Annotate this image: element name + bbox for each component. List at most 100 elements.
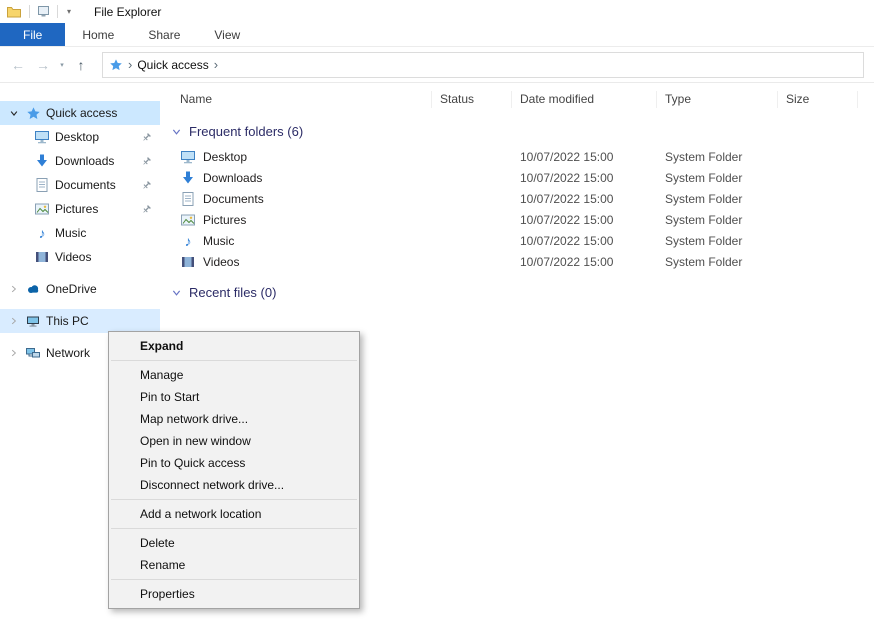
menu-separator: [111, 528, 357, 529]
pin-icon: [141, 132, 152, 143]
column-header-size[interactable]: Size: [778, 91, 858, 108]
pin-icon: [141, 204, 152, 215]
tab-home[interactable]: Home: [65, 23, 131, 46]
file-name: Desktop: [203, 150, 247, 164]
app-folder-icon[interactable]: [6, 4, 22, 20]
breadcrumb-chevron-icon[interactable]: ›: [214, 58, 218, 71]
chevron-down-icon: [171, 126, 182, 137]
frequent-folders-rows: Desktop 10/07/2022 15:00 System Folder D…: [168, 146, 874, 272]
sidebar-item-videos[interactable]: Videos: [0, 245, 160, 269]
type-cell: System Folder: [657, 171, 778, 185]
menu-item-pin-to-quick-access[interactable]: Pin to Quick access: [109, 452, 359, 474]
sidebar-item-documents[interactable]: Documents: [0, 173, 160, 197]
date-modified-cell: 10/07/2022 15:00: [512, 150, 657, 164]
chevron-right-icon[interactable]: [7, 316, 20, 326]
column-header-date-modified[interactable]: Date modified: [512, 91, 657, 108]
sidebar-item-downloads[interactable]: Downloads: [0, 149, 160, 173]
sidebar-item-music[interactable]: ♪ Music: [0, 221, 160, 245]
quick-access-icon: [25, 105, 41, 121]
menu-item-disconnect-network-drive[interactable]: Disconnect network drive...: [109, 474, 359, 496]
chevron-down-icon[interactable]: [7, 108, 20, 118]
music-icon: ♪: [180, 233, 196, 249]
type-cell: System Folder: [657, 255, 778, 269]
videos-icon: [34, 249, 50, 265]
pictures-icon: [180, 212, 196, 228]
sidebar-item-label: Desktop: [55, 130, 99, 144]
music-icon: ♪: [34, 225, 50, 241]
type-cell: System Folder: [657, 192, 778, 206]
window-title: File Explorer: [94, 5, 161, 19]
menu-item-expand[interactable]: Expand: [109, 335, 359, 357]
chevron-right-icon[interactable]: [7, 348, 20, 358]
menu-item-open-in-new-window[interactable]: Open in new window: [109, 430, 359, 452]
menu-item-add-network-location[interactable]: Add a network location: [109, 503, 359, 525]
menu-item-properties[interactable]: Properties: [109, 583, 359, 605]
toolbar-customize-chevron-icon[interactable]: ▾: [65, 7, 73, 16]
date-modified-cell: 10/07/2022 15:00: [512, 213, 657, 227]
tab-view[interactable]: View: [197, 23, 257, 46]
pin-icon: [141, 180, 152, 191]
address-breadcrumb-box[interactable]: › Quick access ›: [102, 52, 864, 78]
tab-share[interactable]: Share: [131, 23, 197, 46]
ribbon-tabs: File Home Share View: [0, 23, 874, 47]
menu-separator: [111, 499, 357, 500]
this-pc-icon: [25, 313, 41, 329]
menu-separator: [111, 360, 357, 361]
downloads-icon: [180, 170, 196, 186]
sidebar-item-label: Videos: [55, 250, 91, 264]
forward-arrow-icon[interactable]: →: [31, 53, 55, 77]
sidebar-item-this-pc[interactable]: This PC: [0, 309, 160, 333]
this-pc-context-menu: Expand Manage Pin to Start Map network d…: [108, 331, 360, 609]
quick-toolbar-properties-icon[interactable]: [37, 5, 50, 18]
column-header-status[interactable]: Status: [432, 91, 512, 108]
back-arrow-icon[interactable]: ←: [6, 53, 30, 77]
file-explorer-window: ▾ File Explorer File Home Share View ← →…: [0, 0, 874, 641]
chevron-right-icon[interactable]: [7, 284, 20, 294]
pin-icon: [141, 156, 152, 167]
file-row-pictures[interactable]: Pictures 10/07/2022 15:00 System Folder: [168, 209, 874, 230]
file-row-downloads[interactable]: Downloads 10/07/2022 15:00 System Folder: [168, 167, 874, 188]
titlebar-separator: [29, 5, 30, 18]
file-row-documents[interactable]: Documents 10/07/2022 15:00 System Folder: [168, 188, 874, 209]
downloads-icon: [34, 153, 50, 169]
sidebar-item-pictures[interactable]: Pictures: [0, 197, 160, 221]
onedrive-cloud-icon: [25, 281, 41, 297]
file-row-videos[interactable]: Videos 10/07/2022 15:00 System Folder: [168, 251, 874, 272]
sidebar-item-quick-access[interactable]: Quick access: [0, 101, 160, 125]
network-icon: [25, 345, 41, 361]
file-name: Videos: [203, 255, 239, 269]
sidebar-item-desktop[interactable]: Desktop: [0, 125, 160, 149]
videos-icon: [180, 254, 196, 270]
pictures-icon: [34, 201, 50, 217]
menu-item-pin-to-start[interactable]: Pin to Start: [109, 386, 359, 408]
menu-item-delete[interactable]: Delete: [109, 532, 359, 554]
type-cell: System Folder: [657, 213, 778, 227]
desktop-icon: [180, 149, 196, 165]
group-header-recent-files[interactable]: Recent files (0): [168, 280, 874, 304]
menu-item-manage[interactable]: Manage: [109, 364, 359, 386]
breadcrumb-location[interactable]: Quick access: [137, 58, 208, 72]
menu-item-map-network-drive[interactable]: Map network drive...: [109, 408, 359, 430]
sidebar-item-label: Pictures: [55, 202, 98, 216]
sidebar-item-label: Downloads: [55, 154, 114, 168]
file-row-music[interactable]: ♪ Music 10/07/2022 15:00 System Folder: [168, 230, 874, 251]
menu-item-rename[interactable]: Rename: [109, 554, 359, 576]
group-header-label: Frequent folders (6): [189, 124, 303, 139]
sidebar-item-label: Music: [55, 226, 86, 240]
menu-separator: [111, 579, 357, 580]
quick-access-icon: [109, 58, 123, 72]
group-header-frequent-folders[interactable]: Frequent folders (6): [168, 119, 874, 143]
up-arrow-icon[interactable]: ↑: [69, 53, 93, 77]
file-row-desktop[interactable]: Desktop 10/07/2022 15:00 System Folder: [168, 146, 874, 167]
history-chevron-icon[interactable]: ▾: [56, 61, 68, 69]
address-bar: ← → ▾ ↑ › Quick access ›: [0, 47, 874, 83]
sidebar-item-onedrive[interactable]: OneDrive: [0, 277, 160, 301]
column-header-name[interactable]: Name: [168, 91, 432, 108]
documents-icon: [180, 191, 196, 207]
column-header-type[interactable]: Type: [657, 91, 778, 108]
tab-file[interactable]: File: [0, 23, 65, 46]
titlebar-separator: [57, 5, 58, 18]
documents-icon: [34, 177, 50, 193]
sidebar-item-label: Quick access: [46, 106, 117, 120]
breadcrumb-chevron-icon: ›: [128, 58, 132, 71]
